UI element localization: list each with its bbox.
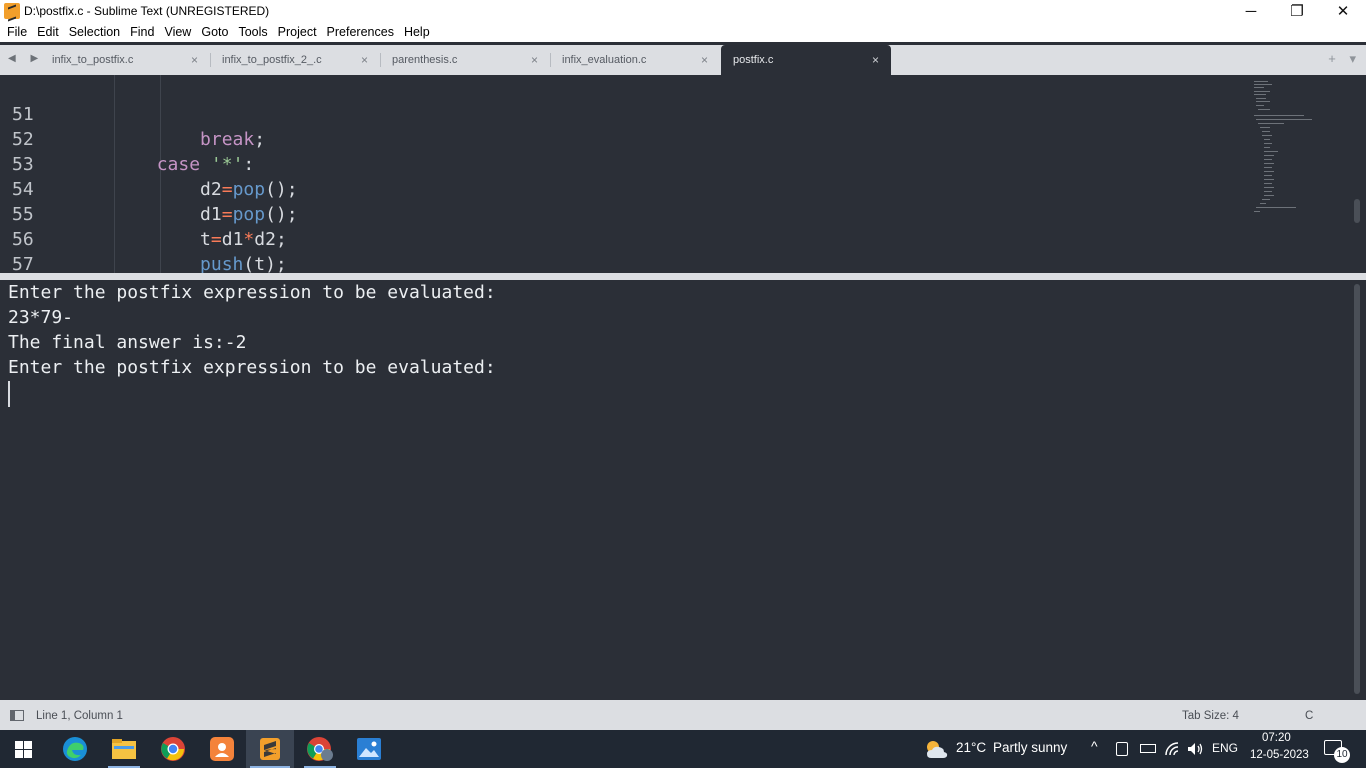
clock-time[interactable]: 07:20 bbox=[1262, 732, 1291, 744]
code-line: 57 break; bbox=[0, 227, 1240, 273]
tab-infix-to-postfix-2[interactable]: infix_to_postfix_2_.c × bbox=[210, 45, 380, 75]
tab-close-icon[interactable]: × bbox=[531, 53, 538, 67]
menu-bar: File Edit Selection Find View Goto Tools… bbox=[0, 22, 1366, 42]
minimize-button[interactable]: ─ bbox=[1228, 0, 1274, 22]
title-bar: D:\postfix.c - Sublime Text (UNREGISTERE… bbox=[0, 0, 1366, 22]
tab-label: infix_to_postfix.c bbox=[52, 54, 134, 66]
build-output-panel[interactable]: Enter the postfix expression to be evalu… bbox=[2, 280, 1364, 700]
restore-button[interactable]: ❐ bbox=[1274, 0, 1320, 22]
tab-size-indicator[interactable]: Tab Size: 4 bbox=[1182, 710, 1239, 722]
tab-list-icon[interactable]: ▾ bbox=[1349, 51, 1356, 66]
menu-project[interactable]: Project bbox=[273, 25, 322, 39]
photos-icon[interactable] bbox=[355, 735, 383, 763]
syntax-indicator[interactable]: C bbox=[1305, 710, 1313, 722]
panel-splitter[interactable] bbox=[0, 273, 1366, 280]
tab-parenthesis[interactable]: parenthesis.c × bbox=[380, 45, 550, 75]
windows-start-icon[interactable] bbox=[15, 741, 32, 758]
file-explorer-icon[interactable] bbox=[110, 735, 138, 763]
code-line: 51 break; bbox=[0, 77, 1240, 150]
cursor-position: Line 1, Column 1 bbox=[36, 710, 123, 722]
status-bar: Line 1, Column 1 Tab Size: 4 C bbox=[0, 700, 1366, 730]
wifi-icon[interactable] bbox=[1164, 741, 1180, 757]
editor-scrollbar[interactable] bbox=[1354, 199, 1360, 223]
taskbar: 21°C Partly sunny ^ ENG 07:20 12-05-2023… bbox=[0, 730, 1366, 768]
menu-goto[interactable]: Goto bbox=[196, 25, 233, 39]
tab-postfix[interactable]: postfix.c × bbox=[721, 45, 891, 75]
menu-preferences[interactable]: Preferences bbox=[322, 25, 399, 39]
tab-close-icon[interactable]: × bbox=[701, 53, 708, 67]
tab-close-icon[interactable]: × bbox=[191, 53, 198, 67]
output-line: Enter the postfix expression to be evalu… bbox=[8, 282, 496, 303]
sublime-text-taskbar-icon[interactable] bbox=[256, 735, 284, 763]
new-tab-icon[interactable]: + bbox=[1328, 51, 1336, 66]
tab-label: parenthesis.c bbox=[392, 54, 458, 66]
code-line: 56 push(t); bbox=[0, 202, 1240, 273]
menu-selection[interactable]: Selection bbox=[64, 25, 125, 39]
menu-view[interactable]: View bbox=[159, 25, 196, 39]
output-line: Enter the postfix expression to be evalu… bbox=[8, 357, 496, 378]
menu-edit[interactable]: Edit bbox=[32, 25, 64, 39]
tab-tools: + ▾ bbox=[1318, 51, 1356, 67]
language-indicator[interactable]: ENG bbox=[1212, 741, 1238, 755]
menu-help[interactable]: Help bbox=[399, 25, 435, 39]
text-caret bbox=[8, 381, 10, 407]
tab-label: postfix.c bbox=[733, 54, 774, 66]
chrome-profile-icon[interactable] bbox=[306, 735, 334, 763]
sublime-text-icon bbox=[4, 3, 20, 19]
code-editor[interactable]: 51 break; 52 case '*': 53 d2=pop(); 54 d… bbox=[0, 75, 1366, 273]
menu-file[interactable]: File bbox=[2, 25, 32, 39]
weather-temperature[interactable]: 21°C bbox=[956, 740, 986, 755]
meet-now-icon[interactable] bbox=[1116, 742, 1128, 756]
notification-count-badge: 10 bbox=[1334, 747, 1350, 763]
code-line: 52 case '*': bbox=[0, 102, 1240, 175]
tab-label: infix_to_postfix_2_.c bbox=[222, 54, 322, 66]
close-button[interactable]: ✕ bbox=[1320, 0, 1366, 22]
weather-icon[interactable] bbox=[922, 735, 950, 763]
code-line: 53 d2=pop(); bbox=[0, 127, 1240, 200]
tab-infix-to-postfix[interactable]: infix_to_postfix.c × bbox=[40, 45, 210, 75]
code-line: 55 t=d1*d2; bbox=[0, 177, 1240, 250]
volume-icon[interactable] bbox=[1186, 741, 1204, 757]
chevron-up-icon[interactable]: ^ bbox=[1091, 738, 1098, 754]
output-line: 23*79- bbox=[8, 307, 74, 328]
orange-app-icon[interactable] bbox=[208, 735, 236, 763]
minimap[interactable] bbox=[1252, 79, 1322, 224]
output-line: The final answer is:-2 bbox=[8, 332, 247, 353]
menu-tools[interactable]: Tools bbox=[233, 25, 272, 39]
tab-nav-arrows-icon[interactable]: ◀ ▶ bbox=[8, 53, 44, 64]
edge-icon[interactable] bbox=[61, 735, 89, 763]
chrome-icon[interactable] bbox=[159, 735, 187, 763]
tab-infix-evaluation[interactable]: infix_evaluation.c × bbox=[550, 45, 720, 75]
weather-condition[interactable]: Partly sunny bbox=[993, 740, 1067, 755]
panel-toggle-icon[interactable] bbox=[10, 710, 24, 721]
code-line: 58 case '/': bbox=[0, 252, 1240, 273]
battery-icon[interactable] bbox=[1140, 744, 1156, 753]
tab-strip: ◀ ▶ infix_to_postfix.c × infix_to_postfi… bbox=[0, 45, 1366, 75]
output-scrollbar[interactable] bbox=[1354, 284, 1360, 694]
code-line: 54 d1=pop(); bbox=[0, 152, 1240, 225]
tab-close-icon[interactable]: × bbox=[361, 53, 368, 67]
menu-find[interactable]: Find bbox=[125, 25, 159, 39]
window-title: D:\postfix.c - Sublime Text (UNREGISTERE… bbox=[24, 4, 270, 18]
tab-label: infix_evaluation.c bbox=[562, 54, 647, 66]
clock-date[interactable]: 12-05-2023 bbox=[1250, 749, 1309, 761]
tab-close-icon[interactable]: × bbox=[872, 53, 879, 67]
